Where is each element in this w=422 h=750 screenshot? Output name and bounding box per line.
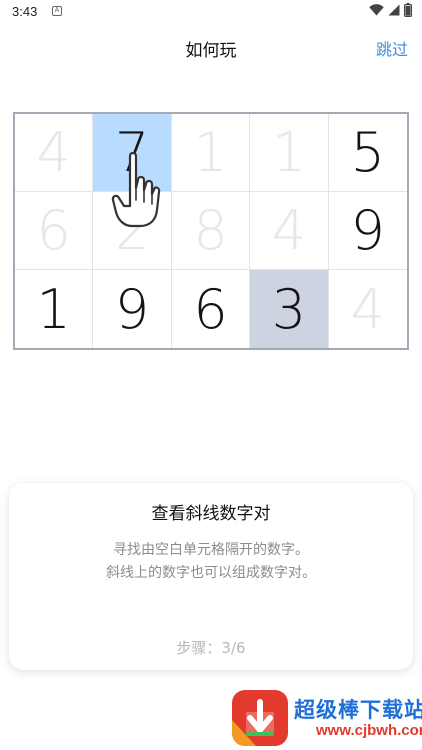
grid-cell[interactable]: 2 xyxy=(93,192,172,270)
grid-cell[interactable]: 4 xyxy=(250,192,329,270)
watermark-logo-icon xyxy=(232,690,288,746)
grid-cell[interactable]: 9 xyxy=(328,192,407,270)
tutorial-line-2: 斜线上的数字也可以组成数字对。 xyxy=(106,565,316,581)
page-title: 如何玩 xyxy=(185,41,237,61)
grid-cell[interactable]: 1 xyxy=(171,114,251,192)
tutorial-card: 查看斜线数字对 寻找由空白单元格隔开的数字。 斜线上的数字也可以组成数字对。 步… xyxy=(9,483,413,670)
grid-cell[interactable]: 9 xyxy=(93,270,172,348)
grid-cell[interactable]: 5 xyxy=(328,114,407,192)
tutorial-title: 查看斜线数字对 xyxy=(151,504,271,524)
tutorial-description: 寻找由空白单元格隔开的数字。 斜线上的数字也可以组成数字对。 xyxy=(9,539,413,585)
battery-icon xyxy=(404,3,412,17)
tutorial-line-1: 寻找由空白单元格隔开的数字。 xyxy=(113,542,309,558)
grid-cell[interactable]: 6 xyxy=(15,192,94,270)
grid-cell[interactable]: 4 xyxy=(329,270,407,348)
grid-cell[interactable]: 8 xyxy=(171,192,251,270)
grid-cell[interactable]: 4 xyxy=(15,114,94,192)
skip-button[interactable]: 跳过 xyxy=(376,36,408,60)
status-bar: 3:43 A xyxy=(0,0,422,24)
notification-icon: A xyxy=(52,6,62,16)
watermark-url: www.cjbwh.com xyxy=(316,722,422,739)
status-icons xyxy=(369,3,412,17)
wifi-icon xyxy=(369,4,384,16)
site-watermark: 超级棒下载站 www.cjbwh.com xyxy=(232,690,422,746)
grid-cell[interactable]: 7 xyxy=(93,114,172,192)
grid-cell[interactable]: 1 xyxy=(15,270,94,348)
watermark-brand: 超级棒下载站 xyxy=(294,698,422,722)
grid-cell[interactable]: 3 xyxy=(250,270,329,348)
step-indicator: 步骤：3/6 xyxy=(176,639,246,657)
cell-signal-icon xyxy=(388,4,400,16)
number-grid: 4 7 1 1 5 6 2 8 4 9 1 9 6 3 4 xyxy=(13,112,409,350)
grid-cell[interactable]: 1 xyxy=(250,114,329,192)
status-time: 3:43 xyxy=(12,4,38,19)
grid-cell[interactable]: 6 xyxy=(172,270,251,348)
